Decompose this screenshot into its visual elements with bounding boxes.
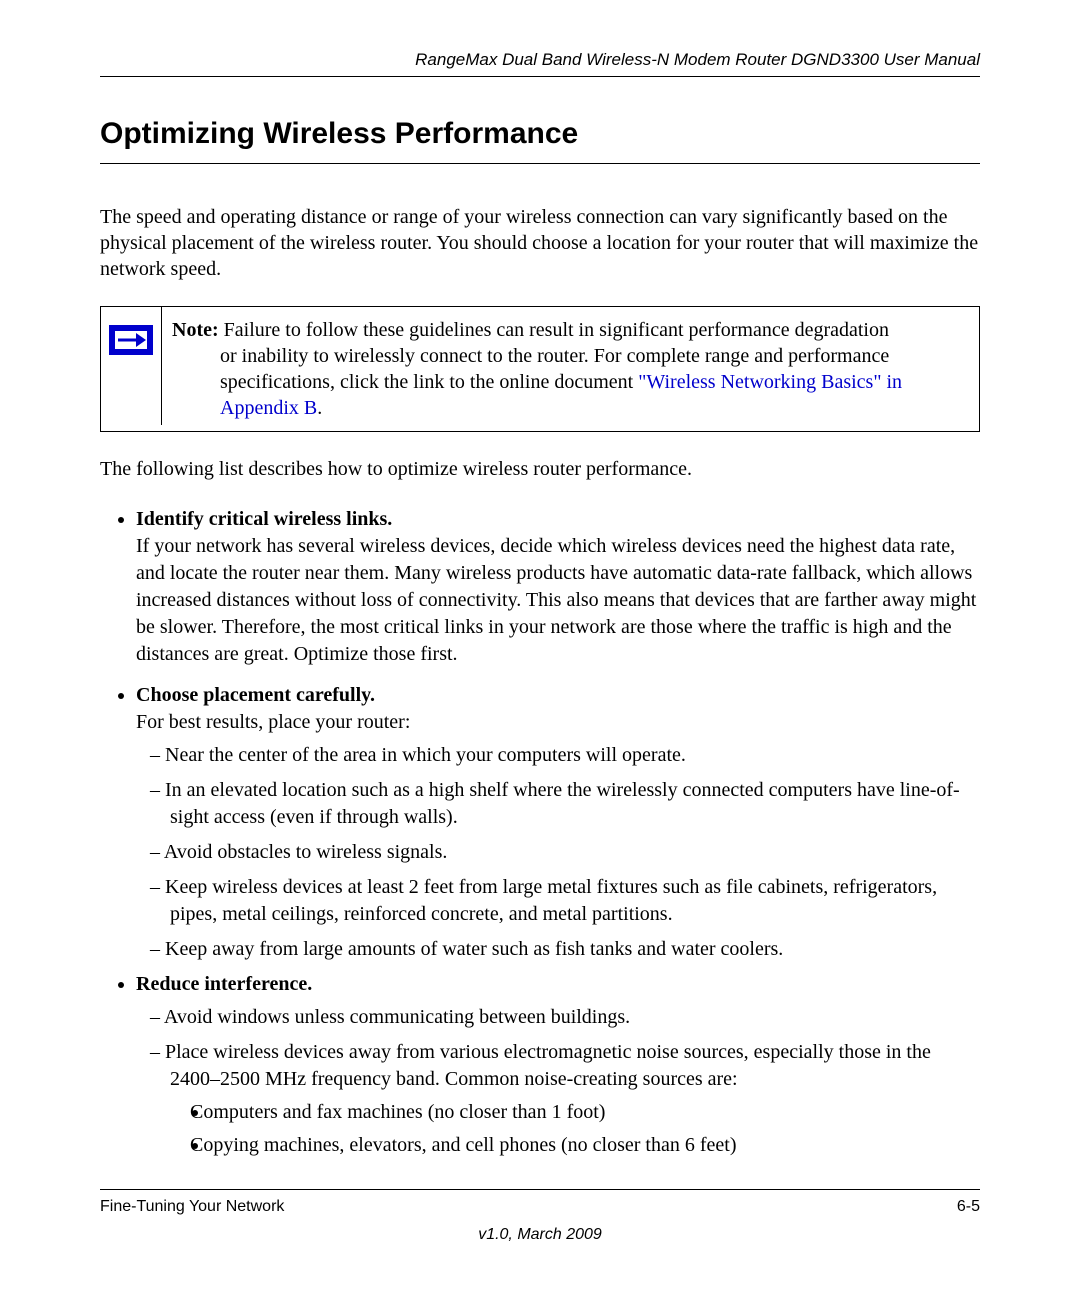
sublist-item: Avoid obstacles to wireless signals. [170,839,980,866]
sublist-item: In an elevated location such as a high s… [170,777,980,831]
doc-title: RangeMax Dual Band Wireless-N Modem Rout… [415,50,980,69]
item-body: For best results, place your router: [136,711,410,733]
item-title: Choose placement carefully. [136,684,375,706]
sublist-item: Keep away from large amounts of water su… [170,936,980,963]
sublist: Near the center of the area in which you… [136,742,980,963]
item-body: If your network has several wireless dev… [136,535,976,665]
note-box: Note: Failure to follow these guidelines… [100,306,980,432]
sublist-item: Keep wireless devices at least 2 feet fr… [170,874,980,928]
note-label: Note: [172,319,219,341]
section-title: Optimizing Wireless Performance [100,117,980,164]
page: RangeMax Dual Band Wireless-N Modem Rout… [0,0,1080,1296]
note-body-1: Failure to follow these guidelines can r… [219,319,889,341]
note-link[interactable]: "Wireless Networking Basics" in Appendix… [220,371,902,419]
footer-page-number: 6-5 [957,1198,980,1216]
optimization-list: Identify critical wireless links. If you… [100,506,980,1159]
subsublist-item: Copying machines, elevators, and cell ph… [210,1132,980,1159]
sublist-item: Near the center of the area in which you… [170,742,980,769]
sublist-item: Place wireless devices away from various… [170,1039,980,1159]
footer-version: v1.0, March 2009 [100,1226,980,1244]
item-title: Identify critical wireless links. [136,508,392,530]
document-header: RangeMax Dual Band Wireless-N Modem Rout… [100,50,980,77]
footer: Fine-Tuning Your Network 6-5 v1.0, March… [100,1189,980,1244]
lead-paragraph: The following list describes how to opti… [100,456,980,482]
list-item: Identify critical wireless links. If you… [136,506,980,668]
note-body-2: or inability to wirelessly connect to th… [220,343,965,421]
list-item: Reduce interference. Avoid windows unles… [136,971,980,1159]
note-icon-cell [101,307,162,425]
arrow-right-icon [109,325,153,355]
subsublist-item: Computers and fax machines (no closer th… [210,1099,980,1126]
sublist: Avoid windows unless communicating betwe… [136,1004,980,1159]
item-title: Reduce interference. [136,973,312,995]
intro-paragraph: The speed and operating distance or rang… [100,204,980,282]
list-item: Choose placement carefully. For best res… [136,682,980,963]
sublist-item: Avoid windows unless communicating betwe… [170,1004,980,1031]
note-text: Note: Failure to follow these guidelines… [162,307,979,431]
subsublist: Computers and fax machines (no closer th… [170,1099,980,1159]
footer-section: Fine-Tuning Your Network [100,1198,284,1216]
